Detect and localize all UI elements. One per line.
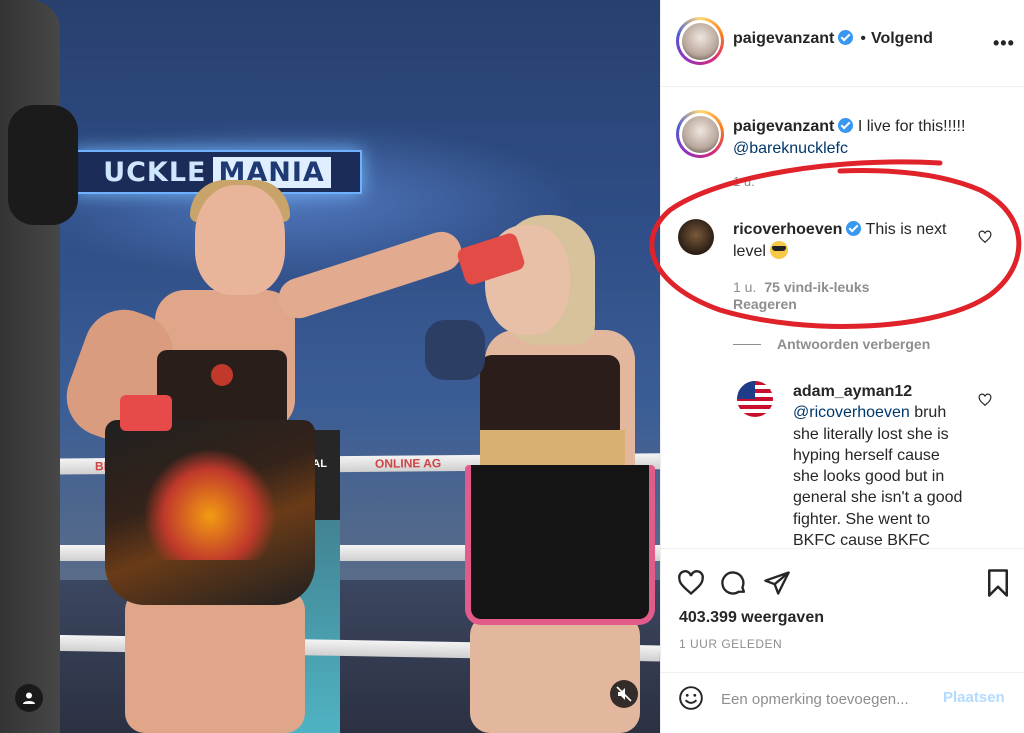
avatar[interactable] xyxy=(678,219,714,255)
follow-status-button[interactable]: Volgend xyxy=(871,30,933,47)
comment-likes[interactable]: 75 vind-ik-leuks xyxy=(764,279,869,295)
more-options-icon[interactable]: ••• xyxy=(993,34,1015,52)
post-timestamp[interactable]: 1 UUR GELEDEN xyxy=(679,637,782,651)
like-comment-heart-icon[interactable] xyxy=(978,230,992,244)
post-sidebar: paigevanzant • Volgend ••• paigevanzant I … xyxy=(660,0,1024,733)
avatar[interactable] xyxy=(676,17,724,65)
header-title: paigevanzant • Volgend xyxy=(733,30,933,48)
post-media[interactable]: UCKLE MANIA BET ONLINE AG UNREAL xyxy=(0,0,660,733)
caption-mention[interactable]: @bareknucklefc xyxy=(733,140,848,157)
tagged-users-button[interactable] xyxy=(15,684,43,712)
comment-text: ricoverhoeven This is next level xyxy=(733,219,978,263)
reply-button[interactable]: Reageren xyxy=(733,296,797,312)
fighter-right xyxy=(425,215,660,733)
like-heart-icon[interactable] xyxy=(677,569,705,597)
comment-username[interactable]: adam_ayman12 xyxy=(793,383,912,400)
comment-text: adam_ayman12 @ricoverhoeven bruh she lit… xyxy=(793,381,968,548)
verified-badge-icon xyxy=(838,30,854,45)
separator-dot: • xyxy=(860,30,866,47)
verified-badge-icon xyxy=(838,118,854,133)
header-username[interactable]: paigevanzant xyxy=(733,30,834,47)
like-comment-heart-icon[interactable] xyxy=(978,393,992,407)
caption-username[interactable]: paigevanzant xyxy=(733,118,834,135)
comment-body: bruh she literally lost she is hyping he… xyxy=(793,404,963,548)
user-icon xyxy=(23,692,35,704)
avatar[interactable] xyxy=(676,110,724,158)
comment-time: 1 u. xyxy=(733,279,757,295)
view-count[interactable]: 403.399 weergaven xyxy=(679,609,824,627)
comment-meta: 1 u. 75 vind-ik-leuks xyxy=(733,279,869,295)
share-paper-plane-icon[interactable] xyxy=(763,569,791,597)
caption-text: paigevanzant I live for this!!!!! @barek… xyxy=(733,116,1003,160)
verified-badge-icon xyxy=(846,221,862,236)
comment-mention[interactable]: @ricoverhoeven xyxy=(793,404,910,421)
caption-body: I live for this!!!!! xyxy=(857,118,966,135)
hide-replies-label: Antwoorden verbergen xyxy=(777,336,931,352)
fighter-left xyxy=(55,180,527,733)
speaker-muted-icon xyxy=(616,686,632,702)
hide-replies-button[interactable]: Antwoorden verbergen xyxy=(733,336,930,352)
avatar[interactable] xyxy=(737,381,773,417)
post-comment-button[interactable]: Plaatsen xyxy=(943,689,1005,706)
action-bar: 403.399 weergaven 1 UUR GELEDEN xyxy=(661,548,1024,672)
comment-input[interactable] xyxy=(721,687,936,711)
comment-username[interactable]: ricoverhoeven xyxy=(733,221,842,238)
add-comment-form: Plaatsen xyxy=(661,672,1024,733)
post-header: paigevanzant • Volgend ••• xyxy=(661,0,1024,87)
referee-glove xyxy=(8,105,78,225)
comment-bubble-icon[interactable] xyxy=(720,569,748,597)
emoji-smile-icon[interactable] xyxy=(678,685,704,711)
divider-line xyxy=(733,343,761,345)
save-bookmark-icon[interactable] xyxy=(985,568,1011,598)
comments-list[interactable]: paigevanzant I live for this!!!!! @barek… xyxy=(661,88,1024,548)
sunglasses-emoji-icon xyxy=(770,241,789,259)
caption-time: 1 u. xyxy=(733,174,755,189)
mute-button[interactable] xyxy=(610,680,638,708)
